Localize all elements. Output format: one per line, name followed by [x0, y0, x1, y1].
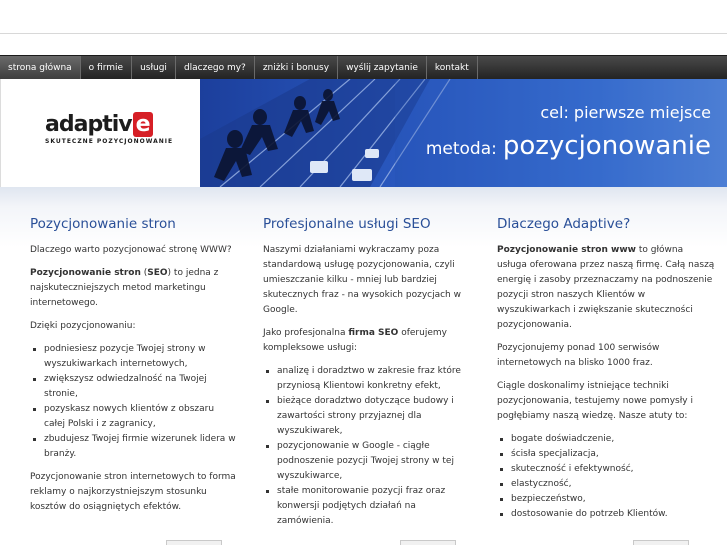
column-title: Dlaczego Adaptive? [497, 216, 631, 232]
list-item: zwiększysz odwiedzalność na Twojej stron… [30, 372, 236, 402]
paragraph: Ciągle doskonalimy istniejące techniki p… [497, 381, 693, 421]
banner-method-value: pozycjonowanie [502, 131, 711, 161]
list-item: dostosowanie do potrzeb Klientów. [497, 507, 715, 522]
paragraph: Pozycjonujemy ponad 100 serwisów interne… [497, 343, 660, 368]
column-seo-pages: Pozycjonowanie stron Dlaczego warto pozy… [30, 215, 236, 523]
list-item: bezpieczeństwo, [497, 492, 715, 507]
banner-method: metoda: pozycjonowanie [426, 131, 711, 161]
list-item: bieżące doradztwo dotyczące budowy i zaw… [263, 394, 471, 439]
logo-tagline: SKUTECZNE POZYCJONOWANIE [45, 138, 174, 145]
column-seo-services: Profesjonalne usługi SEO Naszymi działan… [263, 215, 471, 537]
list-item: elastyczność, [497, 477, 715, 492]
benefits-list: podniesiesz pozycje Twojej strony w wysz… [30, 342, 236, 462]
list-item: pozyskasz nowych klientów z obszaru całe… [30, 402, 236, 432]
paragraph: Pozycjonowanie stron (SEO) to jedna z na… [30, 268, 219, 308]
list-item: bogate doświadczenie, [497, 432, 715, 447]
nav-item-home[interactable]: strona główna [0, 56, 81, 80]
column-title: Profesjonalne usługi SEO [263, 216, 431, 232]
nav-item-why-us[interactable]: dlaczego my? [176, 56, 255, 80]
main-content: Pozycjonowanie stron Dlaczego warto pozy… [0, 187, 727, 545]
header: adaptiv e SKUTECZNE POZYCJONOWANIE cel: … [0, 79, 727, 187]
paragraph: Pozycjonowanie stron www to główna usług… [497, 245, 715, 330]
services-list: analizę i doradztwo w zakresie fraz któr… [263, 364, 471, 529]
footer-tab [166, 540, 222, 545]
list-item: analizę i doradztwo w zakresie fraz któr… [263, 364, 471, 394]
top-blank-area [0, 0, 727, 34]
column-title: Pozycjonowanie stron [30, 216, 176, 232]
paragraph: Naszymi działaniami wykraczamy poza stan… [263, 245, 461, 315]
nav-item-send-inquiry[interactable]: wyślij zapytanie [338, 56, 427, 80]
logo-area: adaptiv e SKUTECZNE POZYCJONOWANIE [0, 79, 200, 187]
nav-item-contact[interactable]: kontakt [427, 56, 478, 80]
nav-item-about[interactable]: o firmie [81, 56, 133, 80]
list-item: ścisła specjalizacja, [497, 447, 715, 462]
list-item: pozycjonowanie w Google - ciągłe podnosz… [263, 439, 471, 484]
list-item: zbudujesz Twojej firmie wizerunek lidera… [30, 432, 236, 462]
column-why-adaptive: Dlaczego Adaptive? Pozycjonowanie stron … [497, 215, 715, 530]
list-item: stałe monitorowanie pozycji fraz oraz ko… [263, 484, 471, 529]
main-navigation: strona główna o firmie usługi dlaczego m… [0, 55, 727, 80]
banner-method-label: metoda: [425, 139, 497, 159]
hero-banner: cel: pierwsze miejsce metoda: pozycjonowa… [200, 79, 727, 187]
footer-tab [633, 540, 689, 545]
paragraph: Dzięki pozycjonowaniu: [30, 321, 136, 331]
site-logo[interactable]: adaptiv e SKUTECZNE POZYCJONOWANIE [45, 112, 173, 145]
banner-goal-text: cel: pierwsze miejsce [540, 103, 711, 122]
strengths-list: bogate doświadczenie, ścisła specjalizac… [497, 432, 715, 522]
paragraph: Jako profesjonalna firma SEO oferujemy k… [263, 328, 447, 353]
nav-item-discounts[interactable]: zniżki i bonusy [255, 56, 339, 80]
list-item: skuteczność i efektywność, [497, 462, 715, 477]
logo-wordmark: adaptiv e [45, 112, 173, 137]
paragraph: Dlaczego warto pozycjonować stronę WWW? [30, 245, 232, 255]
list-item: podniesiesz pozycje Twojej strony w wysz… [30, 342, 236, 372]
paragraph: Pozycjonowanie stron internetowych to fo… [30, 472, 236, 512]
footer-tab [400, 540, 456, 545]
logo-e-mark: e [132, 112, 153, 137]
nav-item-services[interactable]: usługi [132, 56, 176, 80]
